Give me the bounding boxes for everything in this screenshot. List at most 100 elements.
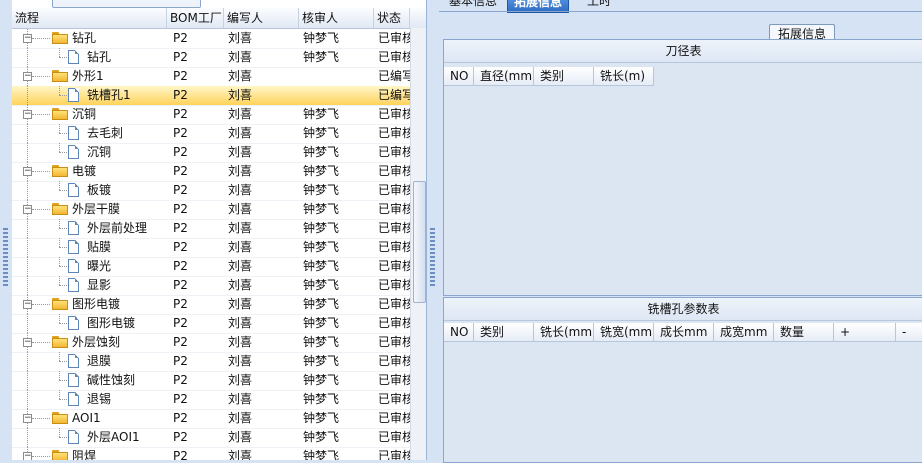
tree-connector: [59, 266, 67, 267]
process-name: 电镀: [72, 164, 97, 178]
document-icon: [68, 259, 79, 273]
tree-connector: [32, 171, 50, 172]
scrollbar-thumb[interactable]: [413, 181, 426, 303]
tree-connector: [59, 380, 67, 381]
bom-factory: P2: [173, 202, 188, 216]
tree-item-row[interactable]: 板镀 P2 刘喜 钟梦飞 已审核: [12, 181, 410, 201]
reviewer-name: 钟梦飞: [303, 202, 340, 216]
tree-folder-row[interactable]: − AOI1 P2 刘喜 钟梦飞 已审核: [12, 409, 410, 429]
tree-item-row[interactable]: 外层前处理 P2 刘喜 钟梦飞 已审核: [12, 219, 410, 239]
bom-factory: P2: [173, 221, 188, 235]
collapse-toggle-icon[interactable]: −: [23, 72, 32, 81]
tree-folder-row[interactable]: − 图形电镀 P2 刘喜 钟梦飞 已审核: [12, 295, 410, 315]
collapse-toggle-icon[interactable]: −: [23, 338, 32, 347]
document-icon: [68, 145, 79, 159]
tree-item-row[interactable]: 图形电镀 P2 刘喜 钟梦飞 已审核: [12, 314, 410, 334]
writer-name: 刘喜: [228, 145, 253, 159]
collapse-toggle-icon[interactable]: −: [23, 452, 32, 460]
tree-item-row[interactable]: 钻孔 P2 刘喜 钟梦飞 已审核: [12, 48, 410, 68]
tab-basic-info[interactable]: 基本信息: [443, 0, 503, 11]
tab-work-hours[interactable]: 工时: [581, 0, 617, 11]
tree-item-row[interactable]: 退膜 P2 刘喜 钟梦飞 已审核: [12, 352, 410, 372]
writer-name: 刘喜: [228, 373, 253, 387]
process-name: 退锡: [87, 392, 112, 406]
col-mill-width[interactable]: 铣宽(mm): [594, 323, 654, 342]
tree-item-row[interactable]: 退锡 P2 刘喜 钟梦飞 已审核: [12, 390, 410, 410]
tree-scrollbar[interactable]: [410, 28, 426, 460]
document-icon: [68, 278, 79, 292]
col-mill-length[interactable]: 铣长(mm): [534, 323, 594, 342]
collapse-toggle-icon[interactable]: −: [23, 205, 32, 214]
reviewer-name: 钟梦飞: [303, 126, 340, 140]
tree-folder-row[interactable]: − 外层蚀刻 P2 刘喜 钟梦飞 已审核: [12, 333, 410, 353]
tree-folder-row[interactable]: − 钻孔 P2 刘喜 钟梦飞 已审核: [12, 29, 410, 49]
reviewer-name: 钟梦飞: [303, 50, 340, 64]
process-name: 外形1: [72, 69, 104, 83]
tree-connector: [59, 276, 60, 285]
column-header-writer[interactable]: 编写人: [224, 8, 299, 28]
tree-connector: [59, 95, 67, 96]
remove-row-button[interactable]: -: [896, 323, 922, 342]
col-no[interactable]: NO: [444, 67, 474, 86]
tree-connector: [27, 428, 28, 447]
bom-factory: P2: [173, 411, 188, 425]
writer-name: 刘喜: [228, 164, 253, 178]
col-finish-length[interactable]: 成长mm: [654, 323, 714, 342]
tree-item-row[interactable]: 去毛刺 P2 刘喜 钟梦飞 已审核: [12, 124, 410, 144]
col-mill-length[interactable]: 铣长(m): [594, 67, 654, 86]
collapse-toggle-icon[interactable]: −: [23, 414, 32, 423]
tree-connector: [59, 238, 60, 247]
bom-factory: P2: [173, 88, 188, 102]
add-row-button[interactable]: +: [834, 323, 896, 342]
document-icon: [68, 430, 79, 444]
tree-connector: [27, 390, 28, 409]
tree-item-row[interactable]: 贴膜 P2 刘喜 钟梦飞 已审核: [12, 238, 410, 258]
collapse-toggle-icon[interactable]: −: [23, 34, 32, 43]
tree-folder-row[interactable]: − 外形1 P2 刘喜 已编写: [12, 67, 410, 87]
tree-connector: [27, 86, 28, 105]
reviewer-name: 钟梦飞: [303, 278, 340, 292]
document-icon: [68, 50, 79, 64]
reviewer-name: 钟梦飞: [303, 411, 340, 425]
collapse-toggle-icon[interactable]: −: [23, 300, 32, 309]
tree-folder-row[interactable]: − 沉铜 P2 刘喜 钟梦飞 已审核: [12, 105, 410, 125]
tree-item-row[interactable]: 铣槽孔1 P2 刘喜 已编写: [12, 86, 410, 106]
process-tree-panel: 流程 BOM工厂 编写人 核审人 状态 − 钻孔 P2 刘喜 钟梦飞 已审核 钻孔 P2 刘喜钟…: [12, 0, 426, 460]
process-name: 铣槽孔1: [87, 88, 131, 102]
tree-item-row[interactable]: 碱性蚀刻 P2 刘喜 钟梦飞 已审核: [12, 371, 410, 391]
status-text: 已编写: [378, 88, 410, 102]
col-finish-width[interactable]: 成宽mm: [714, 323, 774, 342]
bom-factory: P2: [173, 164, 188, 178]
process-name: 碱性蚀刻: [87, 373, 136, 387]
collapse-toggle-icon[interactable]: −: [23, 110, 32, 119]
splitter-grip-icon[interactable]: [430, 228, 435, 288]
tree-folder-row[interactable]: − 电镀 P2 刘喜 钟梦飞 已审核: [12, 162, 410, 182]
top-toolbar-button[interactable]: [52, 0, 201, 8]
tree-item-row[interactable]: 沉铜 P2 刘喜 钟梦飞 已审核: [12, 143, 410, 163]
col-quantity[interactable]: 数量: [774, 323, 834, 342]
process-name: 沉铜: [72, 107, 97, 121]
collapse-toggle-icon[interactable]: −: [23, 167, 32, 176]
tree-connector: [59, 361, 67, 362]
collapse-grip-icon[interactable]: [3, 228, 8, 288]
tree-folder-row[interactable]: − 外层干膜 P2 刘喜 钟梦飞 已审核: [12, 200, 410, 220]
col-category[interactable]: 类别: [474, 323, 534, 342]
column-header-reviewer[interactable]: 核审人: [299, 8, 374, 28]
col-diameter[interactable]: 直径(mm): [474, 67, 534, 86]
status-text: 已审核: [378, 240, 410, 254]
tree-connector: [59, 437, 67, 438]
column-header-bom[interactable]: BOM工厂: [167, 8, 224, 28]
status-text: 已审核: [378, 411, 410, 425]
tree-item-row[interactable]: 显影 P2 刘喜 钟梦飞 已审核: [12, 276, 410, 296]
col-category[interactable]: 类别: [534, 67, 594, 86]
column-header-status[interactable]: 状态: [374, 8, 410, 28]
process-name: 外层前处理: [87, 221, 148, 235]
tree-item-row[interactable]: 曝光 P2 刘喜 钟梦飞 已审核: [12, 257, 410, 277]
panel-splitter[interactable]: [426, 0, 440, 460]
col-no[interactable]: NO: [444, 323, 474, 342]
folder-icon: [52, 336, 68, 348]
column-header-process[interactable]: 流程: [12, 8, 167, 28]
tree-item-row[interactable]: 外层AOI1 P2 刘喜 钟梦飞 已审核: [12, 428, 410, 448]
tree-folder-row[interactable]: − 阻焊 P2 刘喜 钟梦飞 已审核: [12, 447, 410, 460]
writer-name: 刘喜: [228, 411, 253, 425]
